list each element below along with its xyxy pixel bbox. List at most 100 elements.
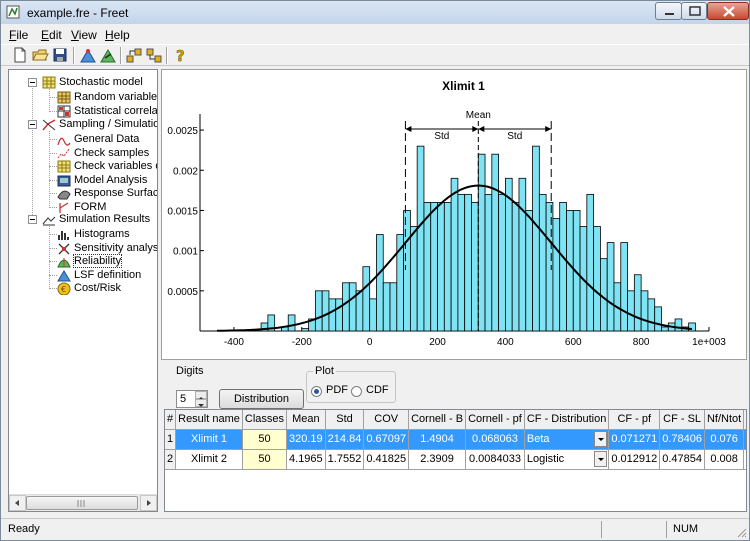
classes-cell[interactable]: 50 [242, 449, 288, 470]
tree-item-lsf-definition[interactable]: LSF definition [57, 269, 141, 282]
tree-collapse-toggle[interactable] [28, 215, 37, 224]
tree-item-reliability[interactable]: Reliability [57, 254, 123, 269]
dropdown-arrow-icon[interactable] [594, 450, 608, 467]
table-cell[interactable]: Xlimit 1 [175, 429, 243, 450]
tree-item-check-samples[interactable]: Check samples [57, 147, 149, 160]
histogram-bar [471, 202, 479, 332]
dropdown-arrow-icon[interactable] [594, 430, 608, 447]
distribution-details-button[interactable]: Distribution details [219, 389, 304, 423]
tree-group-simulation-results[interactable]: Simulation Results [42, 213, 150, 226]
table-cell[interactable]: 0.70711 [743, 449, 746, 470]
pdf-radio[interactable] [311, 386, 322, 397]
title-bar[interactable]: example.fre - Freet [1, 1, 749, 24]
column-header[interactable]: Classes [242, 410, 288, 430]
tree-item-random-variables[interactable]: Random variables [57, 91, 157, 104]
table-cell[interactable]: 2.3909 [408, 449, 467, 470]
digits-input[interactable]: 5 [176, 390, 208, 408]
menu-file[interactable]: File [9, 28, 28, 42]
table-cell[interactable]: 0.012912 [608, 449, 661, 470]
distribution-dropdown[interactable]: Beta [524, 429, 610, 450]
tree-node-label: LSF definition [74, 268, 142, 281]
table-cell[interactable]: 0.41825 [363, 449, 410, 470]
column-header[interactable]: Result name [175, 410, 243, 430]
maximize-button[interactable] [681, 2, 707, 20]
tree-line [49, 288, 57, 290]
new-file-icon[interactable] [11, 46, 29, 64]
tree-item-response-surface[interactable]: Response Surface [57, 187, 157, 200]
cell-value: 4.1965 [289, 453, 323, 465]
tree-line [49, 166, 57, 168]
cell-value: Beta [526, 433, 550, 445]
run-analysis-icon[interactable] [99, 46, 117, 64]
table-cell[interactable]: 0.47854 [659, 449, 705, 470]
table-cell[interactable]: 1.7552 [325, 449, 365, 470]
navigation-tree[interactable]: Stochastic model Random variables Statisti… [8, 69, 158, 512]
table-cell[interactable]: 0.78406 [659, 429, 705, 450]
tree-node-label: Stochastic model [59, 76, 143, 88]
table-cell[interactable]: 320.19 [286, 429, 326, 450]
menu-help[interactable]: Help [105, 28, 130, 42]
table-cell[interactable]: 0.071271 [608, 429, 661, 450]
tree-collapse-toggle[interactable] [28, 78, 37, 87]
open-folder-icon[interactable] [31, 46, 49, 64]
table-cell[interactable]: 0.67097 [363, 429, 410, 450]
column-header[interactable]: COV [363, 410, 410, 430]
column-header[interactable]: COV pf [743, 410, 746, 430]
table-cell[interactable]: 0.0084033 [465, 449, 525, 470]
tree-line [49, 97, 57, 98]
table-cell[interactable]: 4.1965 [286, 449, 326, 470]
results-grid[interactable]: # Result name Classes Mean Std COV Cornell - B… [164, 409, 747, 512]
table-cell[interactable]: 1.4904 [408, 429, 467, 450]
cdf-radio-label[interactable]: CDF [366, 384, 389, 396]
scroll-right-button[interactable] [140, 495, 157, 511]
close-button[interactable] [707, 2, 749, 20]
resize-grip-icon[interactable] [735, 526, 747, 538]
column-header[interactable]: CF - SL [659, 410, 705, 430]
help-icon[interactable]: ? [171, 46, 189, 64]
tree-group-sampling-simulation[interactable]: Sampling / Simulation [42, 118, 157, 131]
table-cell[interactable]: 214.84 [325, 429, 365, 450]
row-number[interactable]: 1 [165, 429, 177, 450]
column-header[interactable]: # [165, 410, 177, 430]
tree-item-cost-risk[interactable]: € Cost/Risk [57, 282, 121, 296]
tree-collapse-toggle[interactable] [28, 120, 37, 129]
row-number[interactable]: 2 [165, 449, 177, 470]
tree-item-model-analysis[interactable]: Model Analysis [57, 174, 147, 187]
scroll-thumb[interactable] [26, 496, 138, 510]
column-header[interactable]: Mean [286, 410, 326, 430]
arrange-icon[interactable] [145, 46, 163, 64]
table-cell[interactable]: 0.068063 [465, 429, 525, 450]
column-header[interactable]: Cornell - B [408, 410, 467, 430]
menu-edit[interactable]: Edit [41, 28, 62, 42]
column-header[interactable]: Cornell - pf [465, 410, 525, 430]
tree-item-histograms[interactable]: Histograms [57, 228, 130, 241]
minimize-button[interactable] [655, 2, 682, 20]
spin-up-button[interactable] [195, 391, 207, 400]
tree-horizontal-scrollbar[interactable] [9, 494, 157, 511]
menu-view[interactable]: View [71, 28, 97, 42]
table-cell[interactable]: 0.008 [704, 449, 745, 470]
table-row[interactable]: 2 Xlimit 2 50 4.1965 1.7552 0.41825 2.3909 0.00… [165, 449, 746, 470]
run-simulation-icon[interactable] [79, 46, 97, 64]
column-header[interactable]: Std [325, 410, 365, 430]
cdf-radio[interactable] [351, 386, 362, 397]
column-header[interactable]: CF - Distribution [524, 410, 610, 430]
scroll-left-button[interactable] [9, 495, 26, 511]
distribution-dropdown[interactable]: Logistic [524, 449, 610, 470]
tree-item-statistical-correlation[interactable]: Statistical correlation [57, 105, 157, 118]
table-row[interactable]: 1 Xlimit 1 50 320.19 214.84 0.67097 1.4904 0.06… [165, 429, 746, 450]
distribute-icon[interactable] [125, 46, 143, 64]
pdf-radio-label[interactable]: PDF [326, 384, 348, 396]
classes-cell[interactable]: 50 [242, 429, 288, 450]
table-cell[interactable]: 0.076 [704, 429, 745, 450]
tree-item-general-data[interactable]: General Data [57, 133, 139, 146]
table-cell[interactable]: 0.22942 [743, 429, 746, 450]
save-icon[interactable] [51, 46, 69, 64]
tree-group-stochastic-model[interactable]: Stochastic model [42, 76, 143, 89]
table-cell[interactable]: Xlimit 2 [175, 449, 243, 470]
column-header[interactable]: Nf/Ntot [704, 410, 745, 430]
spin-down-button[interactable] [195, 399, 207, 407]
tree-item-sensitivity-analysis[interactable]: Sensitivity analysis [57, 242, 157, 255]
column-header[interactable]: CF - pf [608, 410, 661, 430]
tree-item-check-variables-data[interactable]: Check variables data [57, 160, 157, 173]
